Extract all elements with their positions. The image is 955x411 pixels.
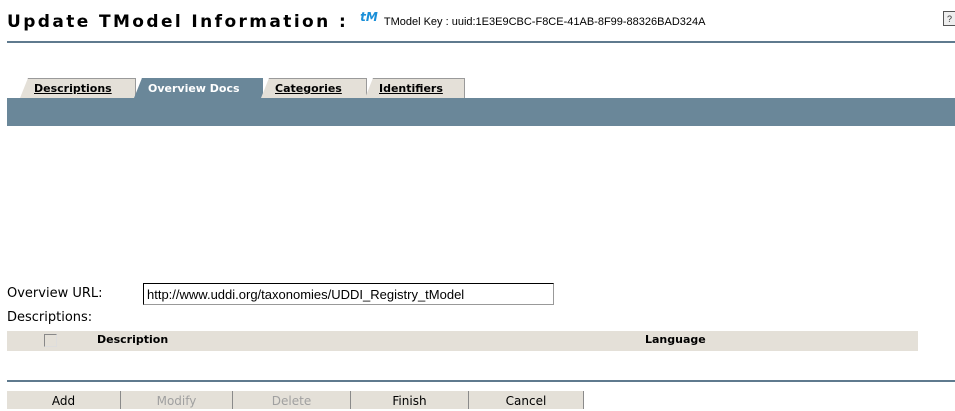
page-header: Update TModel Information : tM TModel Ke…	[7, 10, 705, 34]
tmodel-key: TModel Key : uuid:1E3E9CBC-F8CE-41AB-8F9…	[383, 16, 706, 28]
column-header-language: Language	[645, 333, 706, 346]
modify-button[interactable]: Modify	[121, 391, 233, 409]
help-icon[interactable]: ?	[943, 11, 955, 26]
tab-overview-docs[interactable]: Overview Docs	[134, 78, 263, 98]
tab-identifiers[interactable]: Identifiers	[365, 78, 465, 98]
select-all-checkbox[interactable]	[44, 334, 57, 347]
column-header-description: Description	[97, 333, 169, 346]
tmodel-icon: tM	[360, 10, 378, 24]
page-title: Update TModel Information :	[7, 12, 349, 32]
cancel-button[interactable]: Cancel	[469, 391, 584, 409]
add-button[interactable]: Add	[7, 391, 121, 409]
footer-divider	[7, 380, 955, 382]
descriptions-table-header: Description Language	[7, 331, 918, 351]
tab-content-bar	[7, 98, 955, 126]
overview-url-label: Overview URL:	[7, 286, 103, 301]
delete-button[interactable]: Delete	[233, 391, 351, 409]
header-divider	[7, 41, 955, 43]
tab-descriptions[interactable]: Descriptions	[20, 78, 136, 98]
tab-categories[interactable]: Categories	[261, 78, 367, 98]
descriptions-label: Descriptions:	[7, 310, 93, 325]
overview-url-input[interactable]	[143, 283, 554, 305]
finish-button[interactable]: Finish	[351, 391, 469, 409]
